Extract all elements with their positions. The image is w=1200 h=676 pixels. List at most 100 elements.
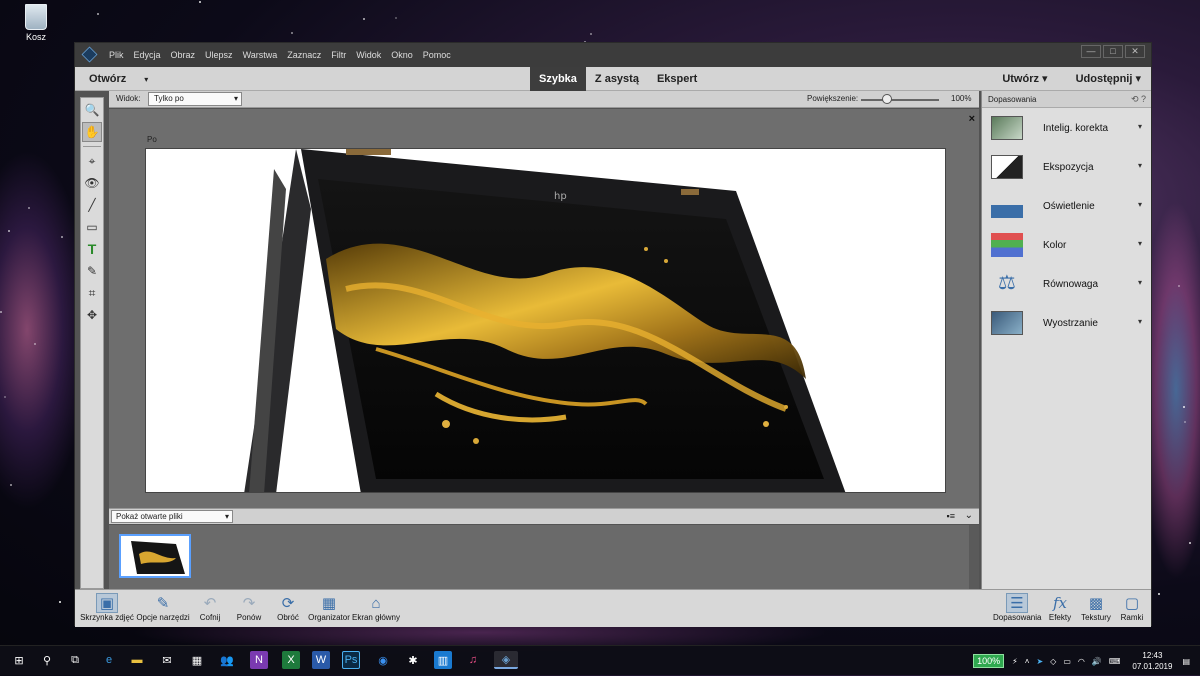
effects-icon: fx — [1052, 594, 1067, 612]
type-tool-icon[interactable]: T — [82, 239, 102, 259]
hand-tool-icon[interactable]: ✋ — [82, 122, 102, 142]
share-button[interactable]: Udostępnij ▾ — [1076, 67, 1141, 91]
clock[interactable]: 12:43 07.01.2019 — [1132, 650, 1172, 672]
menu-widok[interactable]: Widok — [356, 50, 381, 60]
recycle-bin-desktop-icon[interactable]: Kosz — [16, 4, 56, 42]
reset-and-help-icon[interactable]: ⟲ ? — [1131, 94, 1146, 105]
menu-zaznacz[interactable]: Zaznacz — [287, 50, 321, 60]
star — [28, 207, 30, 209]
calendar-icon[interactable]: ▦ — [188, 651, 206, 669]
frames-button[interactable]: ▢ Ramki — [1117, 593, 1147, 622]
laptop-photo[interactable]: hp — [145, 148, 946, 493]
mail-icon[interactable]: ✉ — [158, 651, 176, 669]
word-icon[interactable]: W — [312, 651, 330, 669]
adjustment-sharpen[interactable]: Wyostrzanie ▾ — [982, 303, 1151, 342]
people-icon[interactable]: 👥 — [218, 651, 236, 669]
zoom-slider-track[interactable] — [861, 99, 939, 101]
menu-warstwa[interactable]: Warstwa — [243, 50, 278, 60]
windows-start-icon[interactable]: ⊞ — [10, 651, 28, 669]
list-options-icon[interactable]: ▪≡ — [947, 511, 955, 521]
organizer-button[interactable]: ▦ Organizator — [307, 593, 351, 622]
menu-okno[interactable]: Okno — [391, 50, 413, 60]
adjustment-color[interactable]: Kolor ▾ — [982, 225, 1151, 264]
photoshop-icon[interactable]: Ps — [342, 651, 360, 669]
bottom-label: Efekty — [1048, 613, 1072, 622]
chevron-up-icon[interactable]: ˄ — [1025, 657, 1030, 666]
tool-options-icon: ✎ — [156, 595, 170, 612]
excel-icon[interactable]: X — [282, 651, 300, 669]
quick-selection-tool-icon[interactable]: ⌖ — [82, 151, 102, 171]
slack-icon[interactable]: ✱ — [404, 651, 422, 669]
battery-icon[interactable]: ▭ — [1063, 657, 1071, 666]
itunes-icon[interactable]: ♫ — [464, 651, 482, 669]
redo-button[interactable]: ↷ Ponów — [232, 593, 266, 622]
crop-tool-icon[interactable]: ⌗ — [82, 283, 102, 303]
photo-thumbnail[interactable] — [119, 534, 191, 578]
photo-bin-bar: Pokaż otwarte pliki ▪≡ ⌄ — [109, 508, 979, 524]
tool-options-button[interactable]: ✎ Opcje narzędzi — [135, 593, 191, 622]
maximize-button[interactable]: □ — [1103, 45, 1123, 58]
menu-ulepsz[interactable]: Ulepsz — [205, 50, 233, 60]
mode-bar: Otwórz ▾ Szybka Z asystą Ekspert Utwórz ▾… — [75, 67, 1151, 91]
home-screen-button[interactable]: ⌂ Ekran główny — [351, 593, 401, 623]
menu-plik[interactable]: Plik — [109, 50, 124, 60]
telegram-icon[interactable]: ➤ — [1036, 657, 1043, 666]
straighten-tool-icon[interactable]: ▭ — [82, 217, 102, 237]
keyboard-icon[interactable]: ⌨ — [1109, 657, 1121, 666]
onenote-icon[interactable]: N — [250, 651, 268, 669]
zoom-tool-icon[interactable]: 🔍 — [82, 100, 102, 120]
adjustment-exposure[interactable]: Ekspozycja ▾ — [982, 147, 1151, 186]
messenger-icon[interactable]: ◉ — [374, 651, 392, 669]
photo-bin-button[interactable]: ▣ Skrzynka zdjęć — [79, 593, 135, 622]
tab-z-asysta[interactable]: Z asystą — [586, 67, 648, 91]
textures-button[interactable]: ▩ Tekstury — [1079, 593, 1113, 622]
menu-pomoc[interactable]: Pomoc — [423, 50, 451, 60]
search-icon[interactable]: ⚲ — [38, 651, 56, 669]
photo-bin-scrollbar[interactable] — [969, 525, 979, 589]
clock-time: 12:43 — [1142, 651, 1163, 660]
wifi-icon[interactable]: ◠ — [1078, 657, 1085, 666]
view-select[interactable]: Tylko po — [148, 92, 242, 106]
create-button[interactable]: Utwórz ▾ — [1002, 67, 1047, 91]
power-icon[interactable]: ⚡ — [1012, 657, 1018, 666]
effects-button[interactable]: fx Efekty — [1045, 593, 1075, 622]
battery-indicator[interactable]: 100% — [973, 654, 1005, 668]
menu-edycja[interactable]: Edycja — [134, 50, 161, 60]
adjustment-smart-fix[interactable]: Intelig. korekta ▾ — [982, 108, 1151, 147]
system-tray: 100% ⚡ ˄ ➤ ◇ ▭ ◠ 🔊 ⌨ 12:43 07.01.2019 ▤ — [973, 646, 1190, 676]
rotate-icon: ⟳ — [281, 595, 295, 612]
close-button[interactable]: ✕ — [1125, 45, 1145, 58]
adjustments-panel: Dopasowania ⟲ ? Intelig. korekta ▾ Ekspo… — [981, 91, 1151, 589]
tab-ekspert[interactable]: Ekspert — [648, 67, 706, 91]
move-tool-icon[interactable]: ✥ — [82, 305, 102, 325]
edge-browser-icon[interactable]: e — [100, 651, 118, 669]
menu-filtr[interactable]: Filtr — [331, 50, 346, 60]
close-image-icon[interactable]: × — [969, 113, 975, 125]
chevron-down-icon[interactable]: ⌄ — [965, 510, 973, 521]
undo-button[interactable]: ↶ Cofnij — [193, 593, 227, 622]
adjustment-balance[interactable]: ⚖ Równowaga ▾ — [982, 264, 1151, 303]
photoshop-elements-taskbar-icon[interactable]: ◈ — [494, 651, 518, 669]
toolbox: 🔍 ✋ ⌖ 👁 ╱ ▭ T ✎ ⌗ ✥ — [80, 97, 104, 589]
rotate-button[interactable]: ⟳ Obróć — [271, 593, 305, 622]
menu-obraz[interactable]: Obraz — [171, 50, 196, 60]
notifications-icon[interactable]: ▤ — [1182, 657, 1190, 666]
file-explorer-icon[interactable]: ▬ — [128, 651, 146, 669]
trello-icon[interactable]: ▥ — [434, 651, 452, 669]
adjustments-button[interactable]: ☰ Dopasowania — [993, 593, 1041, 622]
zoom-slider-handle[interactable] — [881, 94, 892, 104]
open-label: Otwórz — [89, 73, 127, 85]
adjustment-lighting[interactable]: Oświetlenie ▾ — [982, 186, 1151, 225]
minimize-button[interactable]: — — [1081, 45, 1101, 58]
spot-healing-tool-icon[interactable]: ✎ — [82, 261, 102, 281]
open-button[interactable]: Otwórz ▾ — [89, 67, 148, 91]
dropbox-icon[interactable]: ◇ — [1050, 657, 1056, 666]
volume-icon[interactable]: 🔊 — [1092, 657, 1102, 666]
tab-szybka[interactable]: Szybka — [530, 67, 586, 91]
red-eye-tool-icon[interactable]: 👁 — [82, 173, 102, 193]
whiten-teeth-tool-icon[interactable]: ╱ — [82, 195, 102, 215]
star — [1158, 593, 1160, 595]
photo-bin-select[interactable]: Pokaż otwarte pliki — [111, 510, 233, 523]
bottom-label: Tekstury — [1081, 613, 1111, 622]
task-view-icon[interactable]: ⧉ — [66, 651, 84, 669]
